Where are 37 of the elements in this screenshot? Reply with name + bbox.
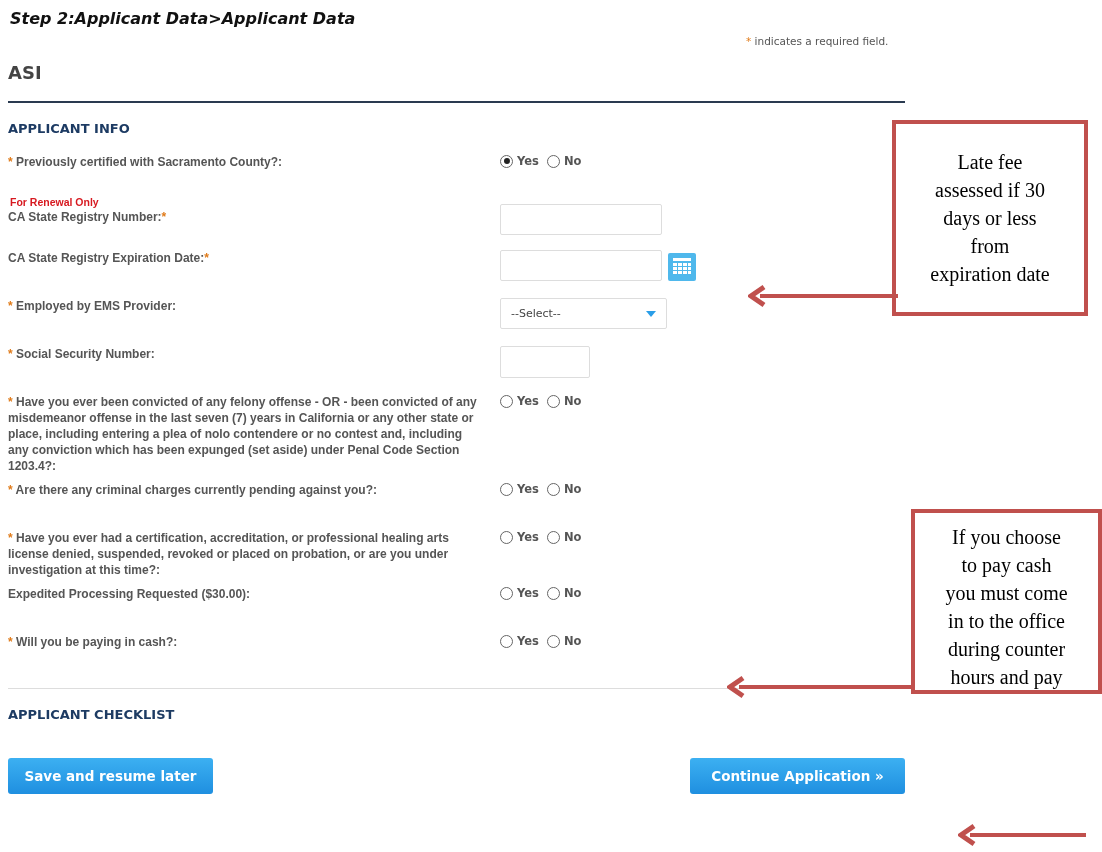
page-title: Step 2:Applicant Data>Applicant Data	[10, 9, 356, 28]
option-label: No	[563, 634, 582, 648]
option-label: No	[563, 394, 582, 408]
input-field[interactable]	[500, 346, 590, 378]
required-note: * indicates a required field.	[746, 35, 889, 47]
section-title: APPLICANT CHECKLIST	[8, 707, 175, 722]
field-label: * Have you ever been convicted of any felony offense - OR - been convicted of any misdemeanor offense in the last seven (7) years in California or any other state or place, including entering a plea of nolo contendere or no contest and, including any conviction which has been expunged (set aside) under Penal Code Section 1203.4?:	[8, 394, 478, 474]
option-label: Yes	[517, 394, 539, 408]
section-title: APPLICANT INFO	[8, 121, 130, 136]
field-label: * Are there any criminal charges currently pending against you?:	[8, 482, 378, 498]
renewal-note: For Renewal Only	[10, 196, 99, 209]
option-label: Yes	[517, 586, 539, 600]
option-label: Yes	[517, 530, 539, 544]
caret-icon	[646, 310, 656, 317]
option-label: No	[563, 586, 582, 600]
option-label: No	[563, 482, 582, 496]
option-label: No	[563, 530, 582, 544]
field-label: CA State Registry Number:*	[8, 209, 168, 225]
option-label: Yes	[517, 482, 539, 496]
continue-button[interactable]: Continue Application »	[690, 758, 905, 794]
select-dropdown[interactable]: --Select--	[500, 298, 667, 329]
section-heading: ASI	[8, 62, 42, 83]
callout-box: If you choose to pay cash you must come in to the office during counter hours and pay	[911, 509, 1102, 694]
date-field[interactable]	[500, 250, 662, 281]
field-label: * Social Security Number:	[8, 346, 156, 362]
field-label: * Have you ever had a certification, accreditation, or professional healing arts license denied, suspended, revoked or placed on probation, or are you under investigation at this time?:	[8, 530, 450, 578]
field-label: Expedited Processing Requested ($30.00):	[8, 586, 252, 602]
field-label: CA State Registry Expiration Date:*	[8, 250, 210, 266]
option-label: Yes	[517, 634, 539, 648]
option-label: Yes	[517, 154, 539, 168]
option-label: No	[563, 154, 582, 168]
field-label: * Employed by EMS Provider:	[8, 298, 178, 314]
field-label: * Previously certified with Sacramento County?:	[8, 154, 284, 170]
field-label: * Will you be paying in cash?:	[8, 634, 179, 650]
save-button[interactable]: Save and resume later	[8, 758, 213, 794]
input-field[interactable]	[500, 204, 662, 235]
callout-box: Late fee assessed if 30 days or less from expiration date	[892, 120, 1088, 316]
